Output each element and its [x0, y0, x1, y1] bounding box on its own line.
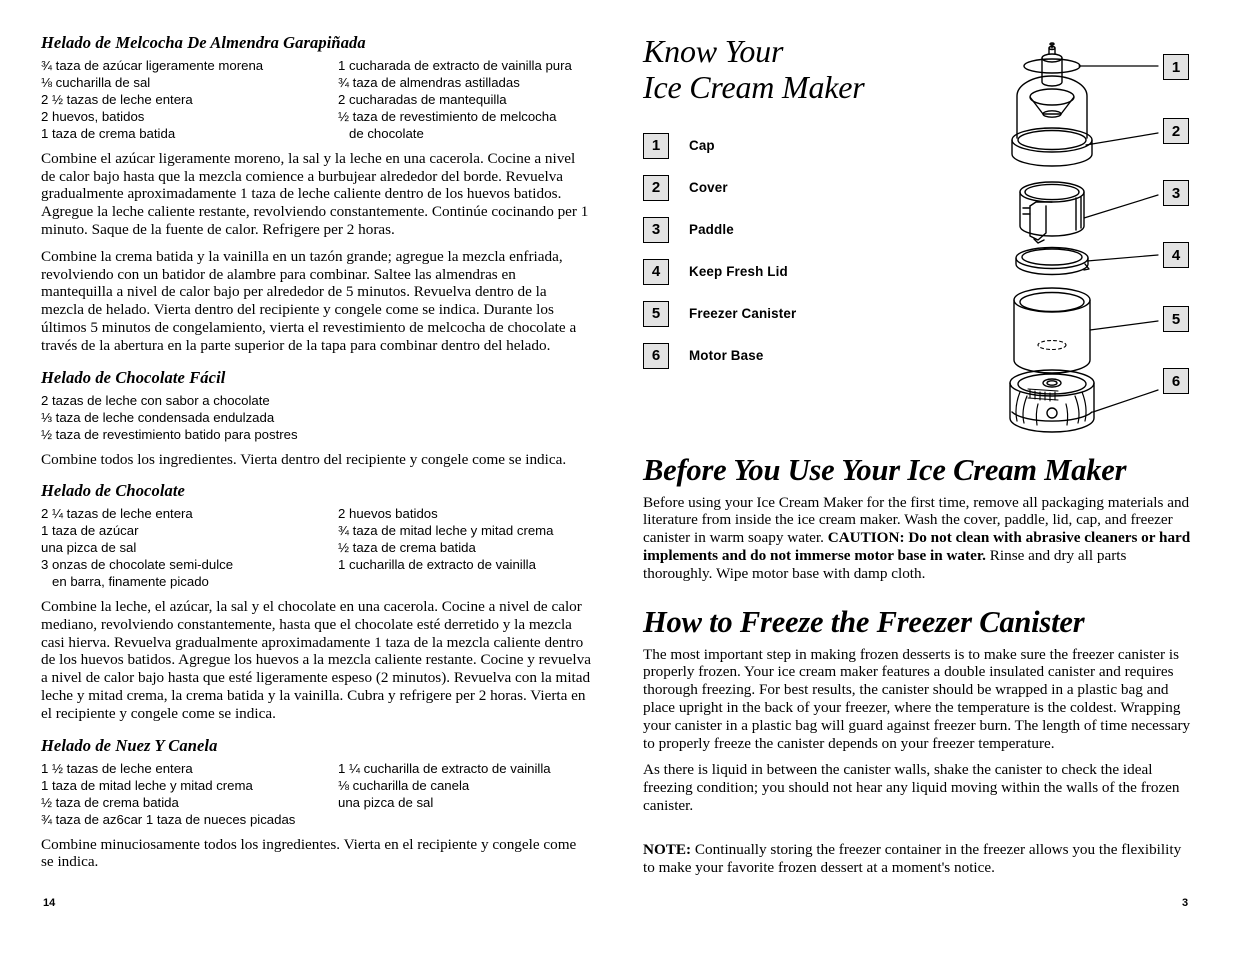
left-page: Helado de Melcocha De Almendra Garapiñad…: [41, 33, 591, 871]
ingredient-grid: 2 tazas de leche con sabor a chocolate ⅓…: [41, 393, 591, 444]
ingredient-column-right: 2 huevos batidos ¾ taza de mitad leche y…: [338, 506, 591, 591]
ingredient-line: 1 taza de mitad leche y mitad crema: [41, 777, 253, 793]
part-label: Motor Base: [689, 348, 764, 364]
diagram-part-motor-base: [1009, 369, 1095, 433]
diagram-leader-lines: [1078, 65, 1159, 413]
diagram-callout-5: 5: [1163, 306, 1189, 332]
ingredient-line: ⅓ taza de leche condensada endulzada: [41, 409, 275, 425]
part-number-badge: 4: [643, 258, 669, 285]
diagram-part-cover: [1011, 75, 1093, 167]
ingredient-line: ½ taza de revestimiento de melcocha: [338, 108, 557, 124]
diagram-callout-2: 2: [1163, 118, 1189, 144]
callout-number: 3: [1171, 184, 1181, 202]
how-to-freeze-paragraph: The most important step in making frozen…: [643, 645, 1191, 752]
part-label: Keep Fresh Lid: [689, 264, 788, 280]
recipe-title: Helado de Chocolate: [41, 481, 185, 501]
ingredient-line: una pizca de sal: [338, 794, 434, 810]
diagram-part-keep-fresh-lid: [1015, 246, 1090, 276]
ingredient-line: 2 huevos, batidos: [41, 108, 145, 124]
callout-number: 5: [1171, 310, 1181, 328]
recipe-block: Helado de Chocolate Fácil 2 tazas de lec…: [41, 367, 591, 469]
callout-number: 2: [1171, 122, 1181, 140]
ingredient-column-left: 2 tazas de leche con sabor a chocolate ⅓…: [41, 393, 338, 444]
diagram-callout-1: 1: [1163, 54, 1189, 80]
ingredient-grid: 1 ½ tazas de leche entera 1 taza de mita…: [41, 761, 591, 829]
ingredient-line: ⅛ cucharilla de canela: [338, 777, 470, 793]
ingredient-line: 1 taza de azúcar: [41, 523, 139, 539]
diagram-callout-3: 3: [1163, 180, 1189, 206]
recipe-paragraph: Combine la crema batida y la vainilla en…: [41, 247, 577, 354]
recipe-paragraph: Combine todos los ingredientes. Vierta d…: [41, 450, 567, 468]
ingredient-line: 2 ¼ tazas de leche entera: [41, 506, 193, 522]
recipe-paragraph: Combine minuciosamente todos los ingredi…: [41, 835, 577, 871]
ingredient-column-left: ¾ taza de azúcar ligeramente morena ⅛ cu…: [41, 58, 338, 143]
part-number-badge: 6: [643, 342, 669, 369]
ingredient-column-left: 2 ¼ tazas de leche entera 1 taza de azúc…: [41, 506, 338, 591]
ingredient-line: ½ taza de crema batida: [41, 794, 179, 810]
part-label: Paddle: [689, 222, 734, 238]
heading-line-2: Ice Cream Maker: [643, 68, 865, 105]
ingredient-line: 1 cucharada de extracto de vainilla pura: [338, 57, 572, 73]
recipe-title: Helado de Melcocha De Almendra Garapiñad…: [41, 33, 366, 52]
diagram-part-freezer-canister: [1013, 287, 1091, 374]
recipe-title: Helado de Nuez Y Canela: [41, 735, 218, 755]
how-to-freeze-paragraph: As there is liquid in between the canist…: [643, 761, 1180, 815]
part-number-badge: 2: [643, 174, 669, 201]
ingredient-grid: ¾ taza de azúcar ligeramente morena ⅛ cu…: [41, 58, 591, 143]
callout-number: 4: [1171, 246, 1181, 264]
recipe-paragraph: Combine la leche, el azúcar, la sal y el…: [41, 598, 591, 722]
ingredient-line: ¾ taza de azúcar ligeramente morena: [41, 57, 264, 73]
heading-line-1: Know Your: [643, 33, 784, 69]
ingredient-line: en barra, finamente picado: [41, 574, 209, 590]
part-number-badge: 5: [643, 300, 669, 327]
ingredient-line: ½ taza de revestimiento batido para post…: [41, 426, 298, 442]
ingredient-grid: 2 ¼ tazas de leche entera 1 taza de azúc…: [41, 506, 591, 591]
part-number-badge: 1: [643, 132, 669, 159]
how-to-freeze-section: How to Freeze the Freezer Canister The m…: [643, 605, 1191, 885]
ingredient-line: 2 huevos batidos: [338, 506, 438, 522]
part-label: Cap: [689, 138, 715, 154]
note-text: Continually storing the freezer containe…: [643, 840, 1182, 876]
ingredient-line: 2 cucharadas de mantequilla: [338, 91, 507, 107]
callout-number: 1: [1171, 58, 1181, 76]
ingredient-line: ¾ taza de az6car 1 taza de nueces picada…: [41, 811, 296, 827]
callout-number: 6: [1171, 372, 1181, 390]
note-label: NOTE:: [643, 840, 692, 858]
ingredient-line: 2 ½ tazas de leche entera: [41, 91, 193, 107]
how-to-freeze-heading: How to Freeze the Freezer Canister: [643, 605, 1085, 639]
ingredient-column-right: 1 ¼ cucharilla de extracto de vainilla ⅛…: [338, 761, 591, 829]
diagram-callout-4: 4: [1163, 242, 1189, 268]
part-number-badge: 3: [643, 216, 669, 243]
recipe-paragraph: Combine el azúcar ligeramente moreno, la…: [41, 149, 589, 238]
diagram-callout-6: 6: [1163, 368, 1189, 394]
ingredient-line: una pizca de sal: [41, 540, 137, 556]
part-label: Cover: [689, 180, 728, 196]
ingredient-line: ¾ taza de mitad leche y mitad crema: [338, 523, 554, 539]
before-you-use-section: Before You Use Your Ice Cream Maker Befo…: [643, 453, 1191, 592]
before-you-use-heading: Before You Use Your Ice Cream Maker: [643, 453, 1127, 487]
ingredient-line: 1 ½ tazas de leche entera: [41, 760, 193, 776]
ingredient-column-right: 1 cucharada de extracto de vainilla pura…: [338, 58, 591, 143]
ingredient-column-left: 1 ½ tazas de leche entera 1 taza de mita…: [41, 761, 338, 829]
recipe-title: Helado de Chocolate Fácil: [41, 367, 226, 387]
ingredient-line: 1 ¼ cucharilla de extracto de vainilla: [338, 760, 551, 776]
ingredient-line: ½ taza de crema batida: [338, 540, 476, 556]
note-paragraph: NOTE: Continually storing the freezer co…: [643, 841, 1191, 877]
ingredient-line: 3 onzas de chocolate semi-dulce: [41, 557, 234, 573]
recipe-block: Helado de Nuez Y Canela 1 ½ tazas de lec…: [41, 735, 591, 871]
ingredient-line: 1 cucharilla de extracto de vainilla: [338, 557, 536, 573]
ingredient-line: ⅛ cucharilla de sal: [41, 74, 151, 90]
ingredient-line: 2 tazas de leche con sabor a chocolate: [41, 392, 270, 408]
diagram-part-paddle: [1019, 181, 1085, 244]
page-number-left: 14: [43, 897, 56, 909]
before-you-use-paragraph: Before using your Ice Cream Maker for th…: [643, 494, 1191, 583]
part-label: Freezer Canister: [689, 306, 797, 322]
recipe-block: Helado de Melcocha De Almendra Garapiñad…: [41, 33, 591, 355]
recipe-block: Helado de Chocolate 2 ¼ tazas de leche e…: [41, 481, 591, 722]
ingredient-line: ¾ taza de almendras astilladas: [338, 74, 520, 90]
ingredient-line: de chocolate: [338, 125, 424, 141]
page-number-right: 3: [1182, 897, 1189, 909]
ingredient-line: 1 taza de crema batida: [41, 125, 176, 141]
